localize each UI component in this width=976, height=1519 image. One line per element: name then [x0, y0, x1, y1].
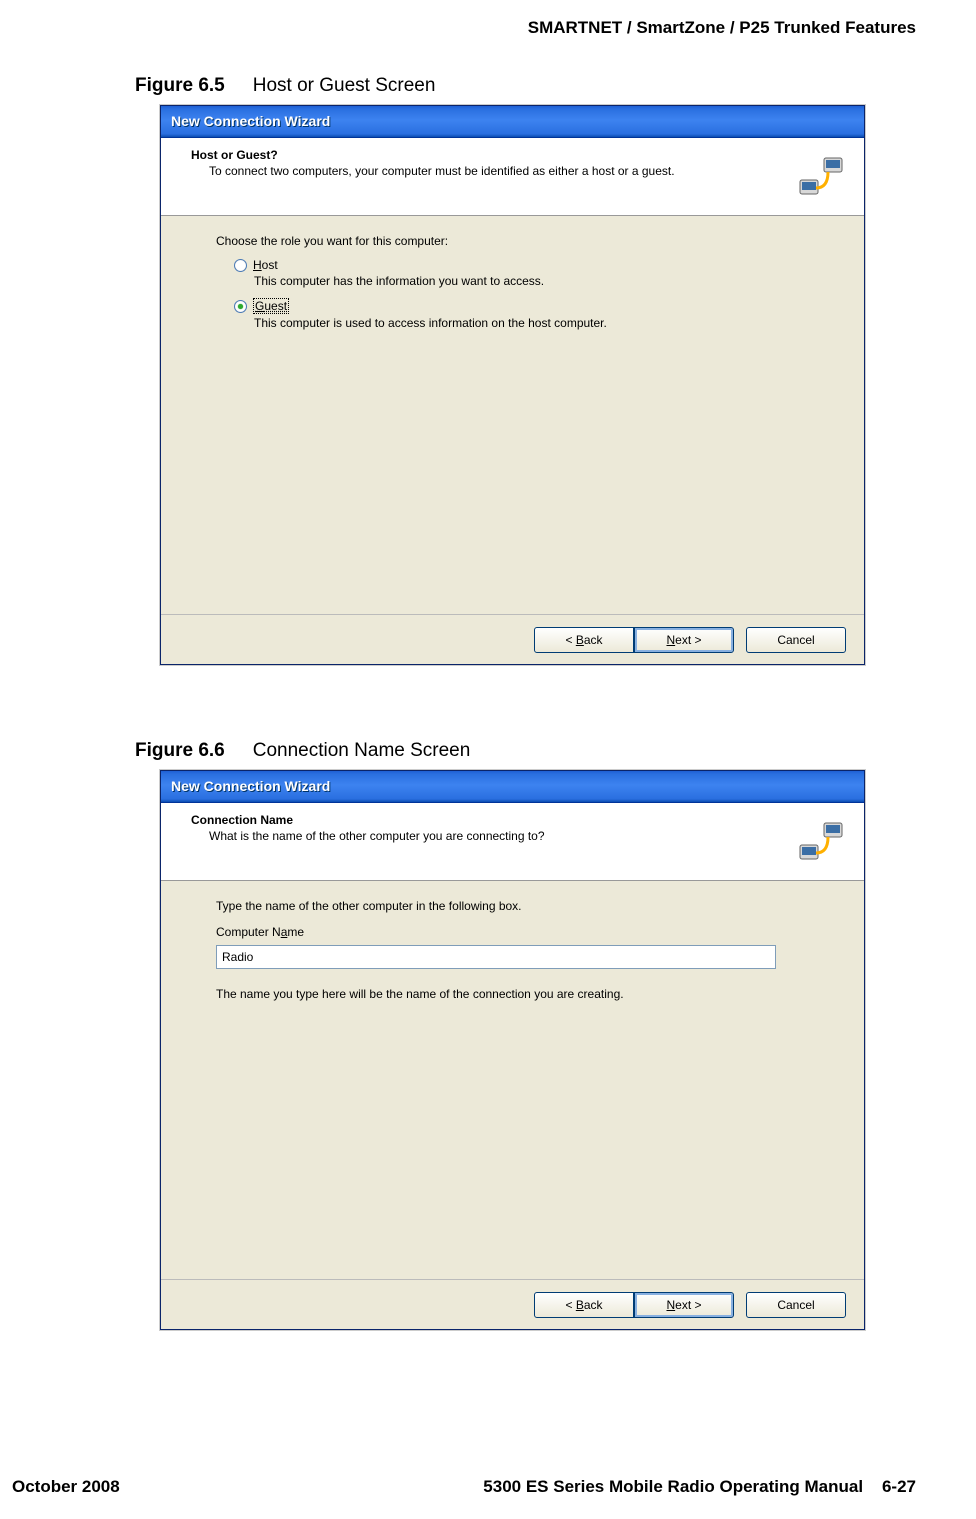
figure-number: Figure 6.5 — [135, 75, 225, 96]
back-button[interactable]: < Back — [534, 627, 634, 653]
figure-6-5: Figure 6.5 Host or Guest Screen New Conne… — [135, 75, 870, 665]
radio-host-label: Host — [253, 258, 278, 272]
wizard-subtext: What is the name of the other computer y… — [209, 829, 769, 845]
radio-guest[interactable]: Guest — [234, 298, 809, 314]
wizard-heading: Host or Guest? — [191, 148, 844, 162]
back-button[interactable]: < Back — [534, 1292, 634, 1318]
window-titlebar: New Connection Wizard — [161, 771, 864, 803]
name-prompt: Type the name of the other computer in t… — [216, 899, 809, 913]
wizard-body: Type the name of the other computer in t… — [161, 881, 864, 1001]
radio-icon-selected — [234, 300, 247, 313]
connection-note: The name you type here will be the name … — [216, 987, 809, 1001]
footer-manual-page: 5300 ES Series Mobile Radio Operating Ma… — [483, 1477, 916, 1497]
radio-host[interactable]: Host — [234, 258, 809, 272]
figure-6-6: Figure 6.6 Connection Name Screen New Con… — [135, 740, 870, 1330]
figure-title: Host or Guest Screen — [253, 75, 436, 96]
figure-caption: Figure 6.5 Host or Guest Screen — [135, 75, 870, 97]
cancel-button[interactable]: Cancel — [746, 627, 846, 653]
computer-name-label: Computer Name — [216, 925, 809, 939]
figure-caption: Figure 6.6 Connection Name Screen — [135, 740, 870, 762]
window-titlebar: New Connection Wizard — [161, 106, 864, 138]
cancel-button[interactable]: Cancel — [746, 1292, 846, 1318]
computer-name-input[interactable] — [216, 945, 776, 969]
wizard-window-host-guest: New Connection Wizard Host or Guest? To … — [160, 105, 865, 665]
figure-title: Connection Name Screen — [253, 740, 471, 761]
wizard-window-connection-name: New Connection Wizard Connection Name Wh… — [160, 770, 865, 1330]
wizard-subtext: To connect two computers, your computer … — [209, 164, 769, 180]
next-button[interactable]: Next > — [634, 627, 734, 653]
radio-icon — [234, 259, 247, 272]
wizard-heading: Connection Name — [191, 813, 844, 827]
radio-guest-label: Guest — [253, 298, 289, 314]
page-header-right: SMARTNET / SmartZone / P25 Trunked Featu… — [528, 18, 916, 38]
radio-guest-desc: This computer is used to access informat… — [254, 316, 809, 330]
footer-manual-title: 5300 ES Series Mobile Radio Operating Ma… — [483, 1477, 863, 1496]
network-connection-icon — [796, 817, 846, 867]
figure-number: Figure 6.6 — [135, 740, 225, 761]
next-button[interactable]: Next > — [634, 1292, 734, 1318]
radio-host-desc: This computer has the information you wa… — [254, 274, 809, 288]
footer-date: October 2008 — [12, 1477, 120, 1497]
role-prompt: Choose the role you want for this comput… — [216, 234, 809, 248]
wizard-body: Choose the role you want for this comput… — [161, 216, 864, 330]
wizard-button-bar: < Back Next > Cancel — [161, 1279, 864, 1329]
wizard-button-bar: < Back Next > Cancel — [161, 614, 864, 664]
wizard-header-panel: Host or Guest? To connect two computers,… — [161, 138, 864, 216]
footer-page-num: 6-27 — [882, 1477, 916, 1496]
network-connection-icon — [796, 152, 846, 202]
wizard-header-panel: Connection Name What is the name of the … — [161, 803, 864, 881]
